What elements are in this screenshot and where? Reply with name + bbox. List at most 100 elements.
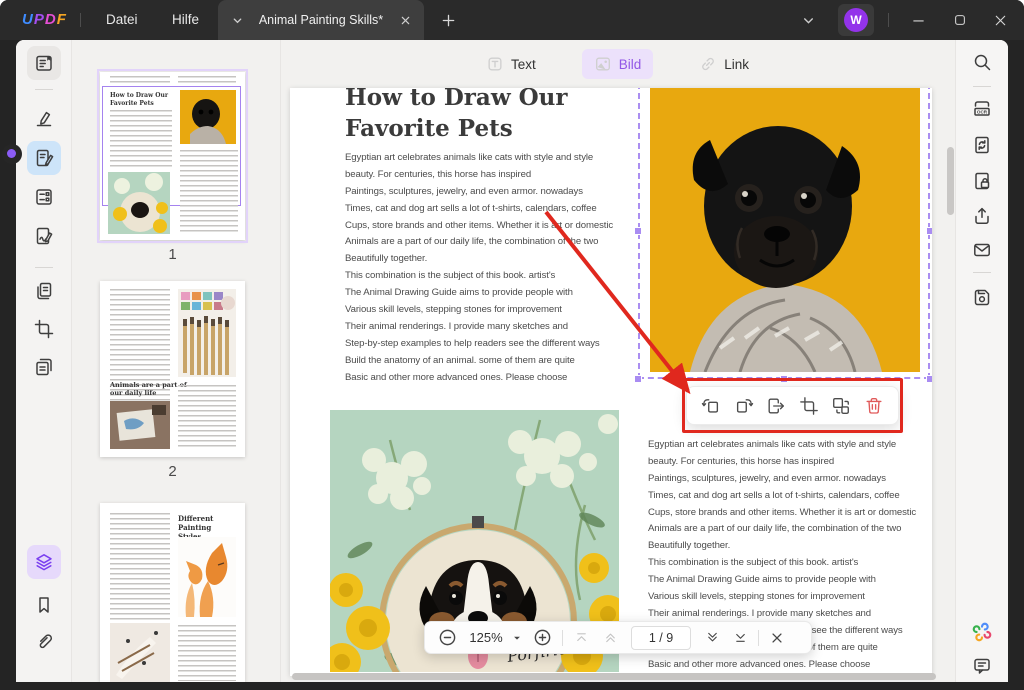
logo-letter: D — [45, 11, 57, 28]
vertical-scrollbar-thumb[interactable] — [947, 147, 954, 215]
thumbnail-panel: How to Draw Our Favorite Pets — [73, 40, 280, 682]
first-page-icon[interactable] — [573, 630, 589, 645]
titlebar: UPDF Datei Hilfe Animal Painting Skills*… — [0, 0, 1024, 40]
page-indicator[interactable]: 1 / 9 — [631, 626, 691, 650]
previous-page-icon[interactable] — [602, 630, 618, 645]
sidebar-divider — [973, 272, 991, 273]
last-page-icon[interactable] — [732, 630, 748, 645]
comment-icon[interactable] — [965, 649, 999, 682]
paragraph-line: Cups, store brands and other items. Whet… — [648, 505, 932, 522]
text-mode-button[interactable]: Text — [474, 49, 548, 79]
delete-image-icon[interactable] — [862, 394, 886, 418]
paragraph-line: Beautifully together. — [345, 251, 635, 268]
annotate-icon[interactable] — [27, 101, 61, 135]
layers-icon[interactable] — [27, 545, 61, 579]
vertical-scrollbar[interactable] — [947, 92, 954, 667]
horizontal-scrollbar-thumb[interactable] — [292, 673, 936, 680]
selection-handle[interactable] — [926, 375, 932, 383]
panel-toggle-dot[interactable] — [7, 149, 16, 158]
paragraph-line: Basic and other more advanced ones. Plea… — [648, 657, 932, 674]
selection-handle[interactable] — [634, 227, 642, 235]
minimize-button[interactable] — [910, 12, 926, 28]
thumb3-fox-image — [178, 537, 236, 617]
thumbnail-page-3[interactable]: Different Painting Styles — [100, 503, 245, 682]
selection-handle[interactable] — [780, 375, 788, 383]
tab-close-icon[interactable] — [396, 11, 414, 29]
close-button[interactable] — [992, 12, 1008, 28]
text-icon — [486, 55, 504, 73]
zoom-dropdown-caret-icon[interactable] — [511, 633, 523, 643]
logo-letter: F — [57, 11, 67, 28]
paragraph-line: Various skill levels, stepping stones fo… — [648, 589, 932, 606]
paragraph-line: Their animal renderings. I provide many … — [345, 319, 635, 336]
zoom-in-icon[interactable] — [533, 628, 552, 647]
selection-handle[interactable] — [926, 227, 932, 235]
left-text-column: Egyptian art celebrates animals like cat… — [345, 150, 635, 386]
zoom-level[interactable]: 125% — [465, 630, 507, 645]
paragraph-line: Basic and other more advanced ones. Plea… — [345, 370, 635, 387]
paragraph-line: Times, cat and dog art sells a lot of t-… — [648, 488, 932, 505]
thumb2-brushes-image — [178, 289, 236, 377]
attachment-icon[interactable] — [27, 625, 61, 659]
thumbnail-label-1: 1 — [100, 246, 245, 263]
account-button[interactable]: W — [838, 4, 874, 36]
maximize-button[interactable] — [952, 12, 968, 28]
search-icon[interactable] — [965, 45, 999, 79]
document-title: How to Draw Our Favorite Pets — [345, 88, 568, 144]
tab-title: Animal Painting Skills* — [246, 13, 396, 27]
menu-datei[interactable]: Datei — [92, 0, 152, 40]
reader-mode-icon[interactable] — [27, 46, 61, 80]
ocr-icon[interactable]: OCR — [965, 91, 999, 125]
replace-image-icon[interactable] — [829, 394, 853, 418]
image-context-toolbar — [686, 386, 899, 425]
image-icon — [594, 55, 612, 73]
selection-handle[interactable] — [634, 375, 642, 383]
updf-logo: UPDF — [22, 11, 67, 28]
sign-icon[interactable] — [27, 219, 61, 253]
menu-hilfe[interactable]: Hilfe — [158, 0, 213, 40]
titlebar-divider — [888, 13, 889, 27]
rotate-right-icon[interactable] — [732, 394, 756, 418]
horizontal-scrollbar[interactable] — [290, 673, 940, 681]
panel-divider — [280, 40, 281, 682]
document-tab[interactable]: Animal Painting Skills* — [218, 0, 424, 40]
ai-assistant-icon[interactable] — [965, 615, 999, 649]
new-tab-button[interactable] — [438, 10, 458, 30]
share-icon[interactable] — [965, 199, 999, 233]
titlebar-chevron-down-icon[interactable] — [800, 13, 816, 27]
tab-chevron-down-icon[interactable] — [228, 11, 246, 29]
thumb2-heading-line2: our daily life — [110, 389, 187, 397]
forms-icon[interactable] — [27, 180, 61, 214]
thumb1-title-line1: How to Draw Our — [110, 92, 168, 100]
save-icon[interactable] — [965, 280, 999, 314]
zoom-out-icon[interactable] — [438, 628, 457, 647]
thumbnail-page-1[interactable]: How to Draw Our Favorite Pets — [100, 72, 245, 240]
crop-tool-icon[interactable] — [27, 312, 61, 346]
thumb3-tools-image — [110, 623, 170, 682]
crop-image-icon[interactable] — [797, 394, 821, 418]
organize-pages-icon[interactable] — [27, 350, 61, 384]
paragraph-line: beauty. For centuries, this horse has in… — [345, 167, 635, 184]
paragraph-line: Egyptian art celebrates animals like cat… — [648, 437, 932, 454]
convert-icon[interactable] — [965, 128, 999, 162]
protect-icon[interactable] — [965, 164, 999, 198]
text-mode-label: Text — [511, 57, 536, 72]
bookmark-icon[interactable] — [27, 588, 61, 622]
image-mode-button[interactable]: Bild — [582, 49, 654, 79]
edit-pdf-icon[interactable] — [27, 141, 61, 175]
close-bar-icon[interactable] — [769, 631, 784, 645]
paragraph-line: Egyptian art celebrates animals like cat… — [345, 150, 635, 167]
mail-icon[interactable] — [965, 233, 999, 267]
page-tools-icon[interactable] — [27, 274, 61, 308]
zoombar-divider — [562, 630, 563, 646]
next-page-icon[interactable] — [704, 630, 720, 645]
thumbnail-page-2[interactable]: Animals are a part of our daily life — [100, 281, 245, 457]
export-image-icon[interactable] — [764, 394, 788, 418]
right-sidebar: OCR — [955, 40, 1008, 682]
link-mode-button[interactable]: Link — [687, 49, 761, 79]
main-panel: How to Draw Our Favorite Pets — [16, 40, 1008, 682]
rotate-left-icon[interactable] — [699, 394, 723, 418]
pdf-page: How to Draw Our Favorite Pets Egyptian a… — [290, 88, 932, 676]
paragraph-line: The Animal Drawing Guide aims to provide… — [648, 572, 932, 589]
pug-photo[interactable] — [650, 88, 920, 372]
